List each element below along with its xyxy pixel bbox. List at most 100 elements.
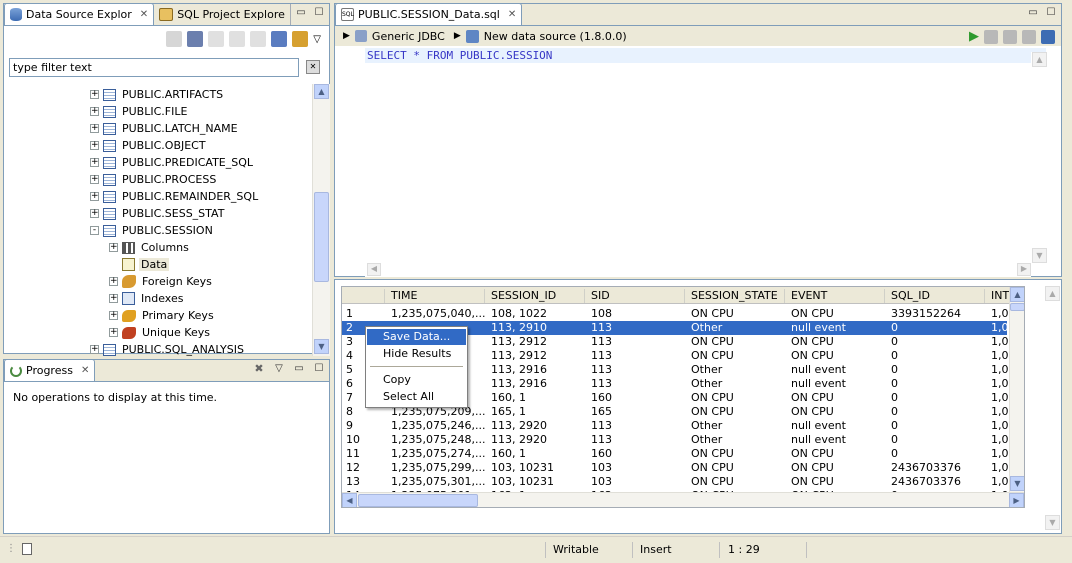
expand-icon[interactable]: + — [90, 124, 99, 133]
scroll-up-icon[interactable]: ▲ — [314, 84, 329, 99]
view-menu-icon[interactable]: ▽ — [313, 34, 321, 45]
expand-icon[interactable]: + — [90, 141, 99, 150]
tree-item[interactable]: + PUBLIC.REMAINDER_SQL — [90, 188, 258, 205]
close-icon[interactable]: ✕ — [140, 9, 148, 20]
scroll-left-icon[interactable]: ◀ — [367, 263, 381, 276]
tree-item[interactable]: + PUBLIC.SESS_STAT — [90, 205, 224, 222]
menu-item-select-all[interactable]: Select All — [367, 389, 466, 405]
sql-text-area[interactable]: SELECT * FROM PUBLIC.SESSION — [365, 48, 1046, 267]
scroll-thumb[interactable] — [314, 192, 329, 282]
fast-view-icon[interactable] — [22, 543, 32, 555]
execute-plan-icon[interactable] — [984, 30, 998, 44]
table-row[interactable]: 1 1,235,075,040,... 108, 1022 108 ON CPU ON C… — [342, 307, 1023, 321]
results-vscroll[interactable]: ▲ ▼ — [1044, 286, 1061, 532]
scroll-up-icon[interactable]: ▲ — [1045, 286, 1060, 301]
column-header[interactable]: SQL_ID — [887, 289, 985, 303]
scroll-thumb[interactable] — [1010, 303, 1024, 311]
remove-all-icon[interactable]: ✖ — [253, 363, 265, 376]
expand-icon[interactable]: + — [90, 209, 99, 218]
expand-icon[interactable]: + — [109, 277, 118, 286]
scroll-thumb[interactable] — [358, 494, 478, 507]
scroll-right-icon[interactable]: ▶ — [1017, 263, 1031, 276]
minimize-icon[interactable]: ▭ — [295, 8, 307, 20]
back-arrow-icon[interactable] — [229, 31, 246, 47]
expand-icon[interactable]: + — [90, 175, 99, 184]
editor-hscroll[interactable]: ◀ ▶ — [365, 263, 1031, 277]
maximize-icon[interactable]: ☐ — [1045, 8, 1057, 20]
tree-item[interactable]: + Indexes — [109, 290, 183, 307]
tab-sql-project-explorer[interactable]: SQL Project Explore — [154, 4, 291, 25]
expand-icon[interactable]: + — [90, 345, 99, 354]
scroll-down-icon[interactable]: ▼ — [1045, 515, 1060, 530]
scroll-right-icon[interactable]: ▶ — [1009, 493, 1024, 507]
connection-type[interactable]: Generic JDBC — [372, 30, 445, 43]
tree-item[interactable]: Data — [109, 256, 170, 273]
column-header[interactable] — [345, 289, 385, 303]
grid-hscroll[interactable]: ◀ ▶ — [342, 492, 1024, 507]
column-header[interactable]: SID — [587, 289, 685, 303]
expand-icon[interactable]: + — [90, 192, 99, 201]
column-header[interactable]: EVENT — [787, 289, 885, 303]
expand-icon[interactable]: + — [90, 107, 99, 116]
datasource-name[interactable]: New data source (1.8.0.0) — [484, 30, 627, 43]
filter-input[interactable]: type filter text — [9, 58, 299, 77]
collapse-icon[interactable]: - — [90, 226, 99, 235]
execute-all-icon[interactable] — [1041, 30, 1055, 44]
tree-item[interactable]: + PUBLIC.ARTIFACTS — [90, 86, 223, 103]
expand-icon[interactable]: + — [90, 158, 99, 167]
tree-item[interactable]: + PUBLIC.OBJECT — [90, 137, 206, 154]
tab-sql-editor[interactable]: SQL PUBLIC.SESSION_Data.sql ✕ — [335, 3, 523, 25]
execute-selection-icon[interactable] — [1003, 30, 1017, 44]
table-row[interactable]: 11 1,235,075,274,... 160, 1 160 ON CPU ON CPU… — [342, 447, 1023, 461]
expand-icon[interactable]: + — [109, 311, 118, 320]
tree-item[interactable]: - PUBLIC.SESSION — [90, 222, 213, 239]
home-icon[interactable] — [208, 31, 225, 47]
clear-filter-icon[interactable]: ✕ — [306, 60, 320, 74]
tree-item[interactable]: + Primary Keys — [109, 307, 214, 324]
maximize-icon[interactable]: ☐ — [313, 364, 325, 376]
table-row[interactable]: 9 1,235,075,246,... 113, 2920 113 Other null … — [342, 419, 1023, 433]
tree-item[interactable]: + PUBLIC.FILE — [90, 103, 187, 120]
scroll-down-icon[interactable]: ▼ — [314, 339, 329, 354]
scroll-down-icon[interactable]: ▼ — [1010, 476, 1024, 491]
column-header[interactable]: TIME — [387, 289, 485, 303]
close-icon[interactable]: ✕ — [81, 365, 89, 376]
scroll-up-icon[interactable]: ▲ — [1010, 287, 1024, 302]
tree-item[interactable]: + Columns — [109, 239, 189, 256]
maximize-icon[interactable]: ☐ — [313, 8, 325, 20]
table-row[interactable]: 10 1,235,075,248,... 113, 2920 113 Other null… — [342, 433, 1023, 447]
scroll-down-icon[interactable]: ▼ — [1032, 248, 1047, 263]
table-row[interactable]: 13 1,235,075,301,... 103, 10231 103 ON CPU ON… — [342, 475, 1023, 489]
minimize-icon[interactable]: ▭ — [293, 364, 305, 376]
menu-item-save-data[interactable]: Save Data... — [367, 329, 466, 345]
expand-icon[interactable]: + — [109, 328, 118, 337]
tab-data-source-explorer[interactable]: Data Source Explor ✕ — [4, 3, 155, 25]
new-connection-icon[interactable] — [166, 31, 183, 47]
tree-item[interactable]: + Unique Keys — [109, 324, 210, 341]
view-menu-icon[interactable]: ▽ — [273, 364, 285, 376]
tree-scrollbar[interactable]: ▲ ▼ — [312, 84, 330, 356]
tree-item[interactable]: + Foreign Keys — [109, 273, 212, 290]
expand-icon[interactable]: + — [109, 294, 118, 303]
scroll-left-icon[interactable]: ◀ — [342, 493, 357, 507]
link-editor-icon[interactable] — [292, 31, 309, 47]
table-row[interactable]: 12 1,235,075,299,... 103, 10231 103 ON CPU ON… — [342, 461, 1023, 475]
column-header[interactable]: SESSION_ID — [487, 289, 585, 303]
editor-vscroll[interactable]: ▲ ▼ — [1031, 52, 1048, 264]
collapse-all-icon[interactable] — [271, 31, 288, 47]
expand-icon[interactable]: + — [109, 243, 118, 252]
grid-vscroll[interactable]: ▲ ▼ — [1009, 287, 1024, 492]
column-header[interactable]: SESSION_STATE — [687, 289, 785, 303]
tab-progress[interactable]: Progress ✕ — [4, 359, 96, 381]
menu-item-copy[interactable]: Copy — [367, 372, 466, 388]
tree-item[interactable]: + PUBLIC.LATCH_NAME — [90, 120, 238, 137]
tree-item[interactable]: + PUBLIC.SQL_ANALYSIS — [90, 341, 244, 358]
run-icon[interactable]: ▶ — [969, 30, 979, 44]
tree-item[interactable]: + PUBLIC.PROCESS — [90, 171, 216, 188]
minimize-icon[interactable]: ▭ — [1027, 8, 1039, 20]
scroll-up-icon[interactable]: ▲ — [1032, 52, 1047, 67]
menu-item-hide-results[interactable]: Hide Results — [367, 346, 466, 362]
filter-icon[interactable] — [187, 31, 204, 47]
expand-icon[interactable]: + — [90, 90, 99, 99]
tree-item[interactable]: + PUBLIC.PREDICATE_SQL — [90, 154, 253, 171]
